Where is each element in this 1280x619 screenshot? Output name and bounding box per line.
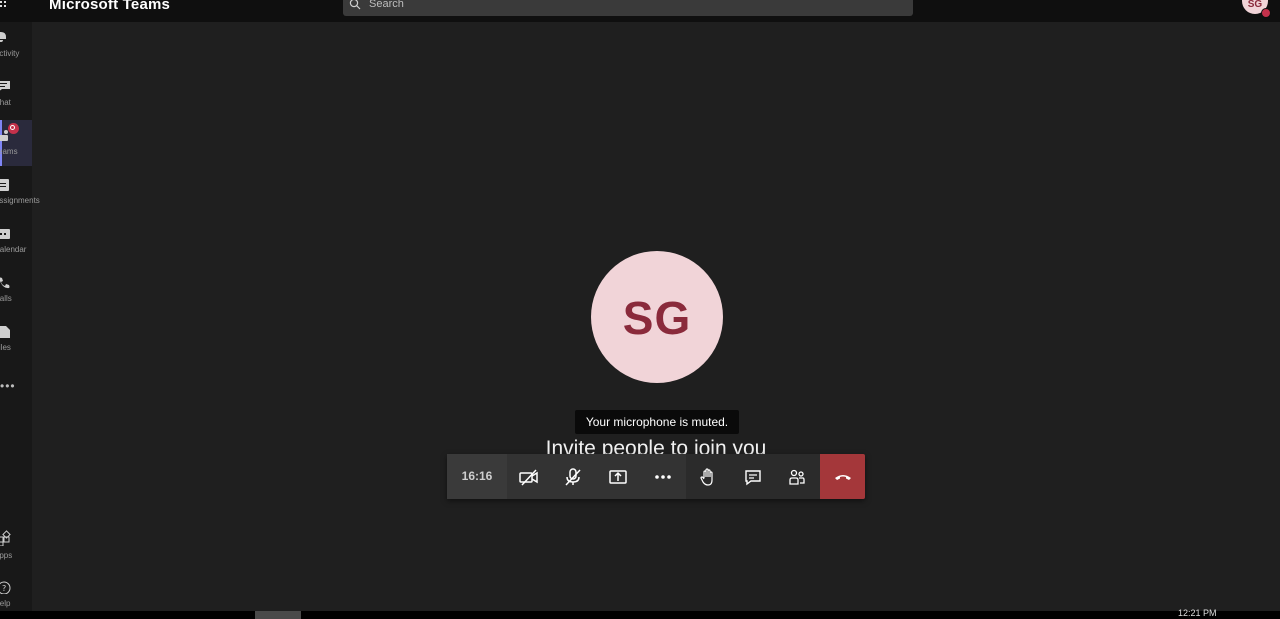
apps-icon xyxy=(0,530,11,546)
mic-muted-tooltip: Your microphone is muted. xyxy=(575,410,739,434)
chat-icon xyxy=(745,469,761,485)
notification-badge-icon xyxy=(8,123,19,134)
svg-text:?: ? xyxy=(2,584,6,593)
rail-label-calendar: Calendar xyxy=(0,245,27,254)
app-title: Microsoft Teams xyxy=(49,0,171,13)
taskbar-app-item[interactable] xyxy=(255,611,301,619)
help-icon: ? xyxy=(0,581,11,594)
mic-off-icon xyxy=(565,467,581,486)
presence-status-icon xyxy=(1261,8,1271,18)
rail-label-help: Help xyxy=(0,599,11,608)
rail-label-assignments: Assignments xyxy=(0,196,40,205)
rail-label-activity: Activity xyxy=(0,49,20,58)
rail-item-assignments[interactable]: Assignments xyxy=(0,169,40,215)
camera-off-button[interactable] xyxy=(507,454,551,499)
calendar-icon xyxy=(0,229,10,239)
participant-avatar: SG xyxy=(591,251,723,383)
rail-item-calls[interactable]: Calls xyxy=(0,267,32,313)
hand-icon xyxy=(700,467,713,486)
rail-label-files: Files xyxy=(0,343,11,352)
rail-label-teams: Teams xyxy=(0,147,18,156)
search-placeholder: Search xyxy=(369,0,404,10)
phone-icon xyxy=(0,277,10,289)
rail-item-files[interactable]: Files xyxy=(0,316,32,362)
chat-icon xyxy=(0,81,10,91)
file-icon xyxy=(0,326,10,338)
bell-icon xyxy=(0,32,6,42)
rail-item-apps[interactable]: Apps xyxy=(0,524,32,570)
show-conversation-button[interactable] xyxy=(731,454,775,499)
os-taskbar: 12:21 PM xyxy=(0,608,1280,619)
camera-off-icon xyxy=(519,468,538,486)
show-participants-button[interactable] xyxy=(775,454,819,499)
rail-item-teams[interactable]: Teams xyxy=(0,120,32,166)
app-rail: Activity Chat Teams Assignments Calendar… xyxy=(0,22,40,611)
assignments-icon xyxy=(0,179,9,191)
hang-up-button[interactable] xyxy=(820,454,865,499)
rail-item-calendar[interactable]: Calendar xyxy=(0,218,32,264)
more-icon xyxy=(655,474,671,479)
hang-up-icon xyxy=(834,474,851,480)
rail-label-chat: Chat xyxy=(0,98,11,107)
share-screen-button[interactable] xyxy=(596,454,640,499)
more-apps-icon[interactable]: ••• xyxy=(0,379,16,393)
title-bar: Microsoft Teams Search SG xyxy=(0,0,1280,22)
call-main-controls xyxy=(507,454,686,499)
taskbar-clock: 12:21 PM xyxy=(1178,608,1217,618)
more-actions-button[interactable] xyxy=(641,454,685,499)
rail-label-apps: Apps xyxy=(0,551,13,560)
rail-label-calls: Calls xyxy=(0,294,12,303)
app-launcher-icon[interactable] xyxy=(0,0,10,11)
rail-item-activity[interactable]: Activity xyxy=(0,22,32,68)
call-controls-bar: 16:16 xyxy=(447,454,865,499)
call-timer: 16:16 xyxy=(447,454,507,499)
rail-item-chat[interactable]: Chat xyxy=(0,71,32,117)
raise-hand-button[interactable] xyxy=(686,454,730,499)
search-input[interactable]: Search xyxy=(343,0,913,16)
mic-off-button[interactable] xyxy=(551,454,595,499)
share-screen-icon xyxy=(609,469,627,484)
participants-icon xyxy=(789,469,805,485)
search-icon xyxy=(349,0,361,10)
